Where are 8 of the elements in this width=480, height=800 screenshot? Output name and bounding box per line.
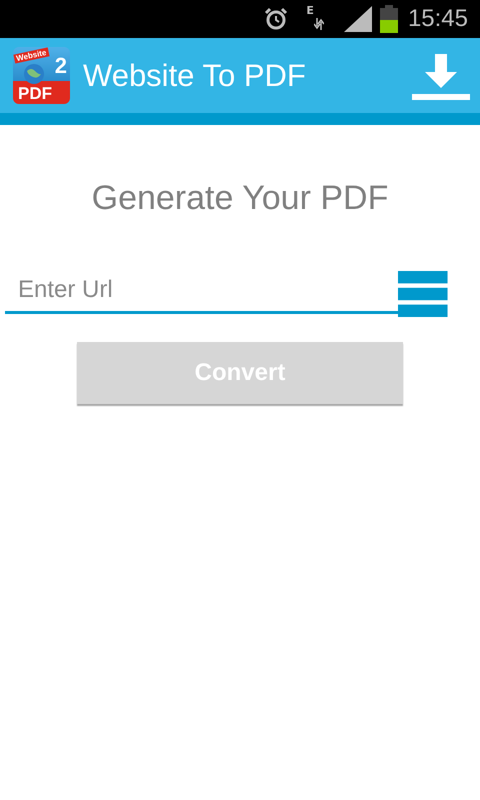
logo-word: Website — [13, 48, 50, 64]
clock-time: 15:45 — [408, 5, 468, 33]
app-title: Website To PDF — [83, 58, 307, 94]
url-field[interactable]: Enter Url — [5, 274, 398, 314]
network-type: E — [306, 4, 314, 17]
page-heading: Generate Your PDF — [92, 179, 388, 218]
logo-word: PDF — [18, 85, 52, 102]
logo-digit: 2 — [54, 55, 67, 77]
